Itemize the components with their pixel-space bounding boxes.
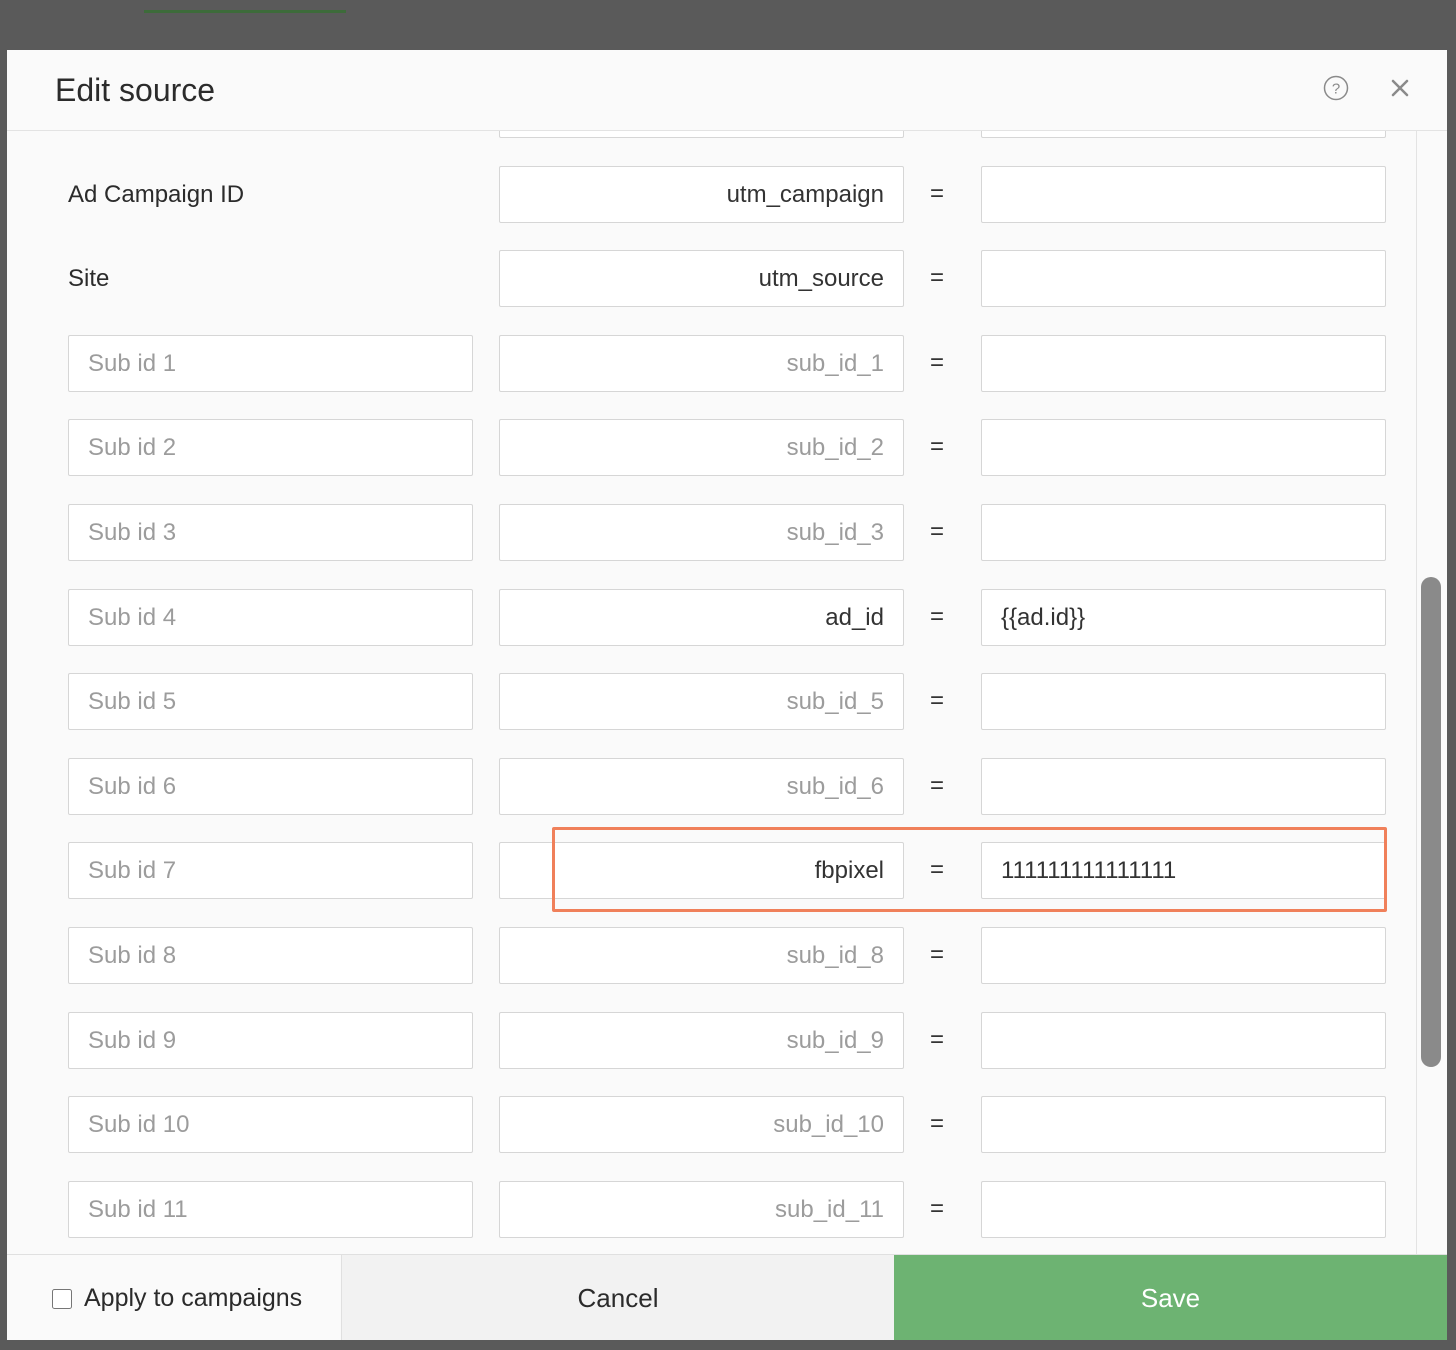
apply-checkbox[interactable] [52,1289,72,1309]
sub-id-param-input[interactable] [499,589,904,646]
equals-sign: = [929,518,944,545]
sub-id-value-input[interactable] [981,927,1386,984]
sub-id-row: = [7,927,1407,987]
equals-sign: = [929,1026,944,1053]
equals-sign: = [929,264,944,291]
save-button[interactable]: Save [894,1255,1447,1340]
equals-sign: = [929,603,944,630]
param-value-input[interactable] [981,250,1386,307]
sub-id-param-input[interactable] [499,758,904,815]
sub-id-name-input[interactable] [68,758,473,815]
sub-id-name-input[interactable] [68,589,473,646]
param-name-input[interactable] [499,166,904,223]
close-icon[interactable] [1388,76,1412,100]
sub-id-param-input[interactable] [499,419,904,476]
param-name-input[interactable] [499,131,904,138]
sub-id-value-input[interactable] [981,335,1386,392]
equals-sign: = [929,941,944,968]
sub-id-param-input[interactable] [499,842,904,899]
sub-id-param-input[interactable] [499,673,904,730]
param-value-input[interactable] [981,131,1386,138]
cancel-button[interactable]: Cancel [341,1255,894,1340]
sub-id-value-input[interactable] [981,419,1386,476]
modal-header: Edit source ? [7,50,1447,131]
param-row: Site = [7,250,1407,310]
equals-sign: = [929,1195,944,1222]
equals-sign: = [929,349,944,376]
sub-id-name-input[interactable] [68,1012,473,1069]
sub-id-row: = [7,1181,1407,1241]
apply-to-campaigns[interactable]: Apply to campaigns [7,1255,341,1340]
sub-id-row: = [7,1096,1407,1156]
sub-id-row: = [7,589,1407,649]
sub-id-value-input[interactable] [981,1096,1386,1153]
sub-id-param-input[interactable] [499,335,904,392]
sub-id-value-input[interactable] [981,504,1386,561]
sub-id-name-input[interactable] [68,419,473,476]
sub-id-param-input[interactable] [499,927,904,984]
sub-id-value-input[interactable] [981,673,1386,730]
scrollbar-thumb[interactable] [1421,577,1441,1067]
sub-id-value-input[interactable] [981,1181,1386,1238]
equals-sign: = [929,433,944,460]
sub-id-param-input[interactable] [499,1096,904,1153]
sub-id-name-input[interactable] [68,1181,473,1238]
edit-source-modal: Edit source ? Creative ID= Ad Campaign ID… [7,50,1447,1340]
equals-sign: = [929,856,944,883]
sub-id-name-input[interactable] [68,335,473,392]
param-row: Creative ID= [7,131,1407,141]
sub-id-row: = [7,827,1407,912]
param-row-label: Ad Campaign ID [68,181,245,208]
background-tab-indicator [144,10,346,13]
sub-id-value-input[interactable] [981,758,1386,815]
equals-sign: = [929,772,944,799]
equals-sign: = [929,687,944,714]
sub-id-value-input[interactable] [981,589,1386,646]
sub-id-name-input[interactable] [68,927,473,984]
modal-body: Creative ID= Ad Campaign ID = Site = = = = = = = = =… [7,131,1447,1254]
param-row: Ad Campaign ID = [7,166,1407,226]
equals-sign: = [929,1110,944,1137]
param-name-input[interactable] [499,250,904,307]
modal-footer: Apply to campaigns Cancel Save [7,1254,1447,1340]
sub-id-param-input[interactable] [499,1181,904,1238]
sub-id-name-input[interactable] [68,842,473,899]
sub-id-name-input[interactable] [68,673,473,730]
sub-id-param-input[interactable] [499,504,904,561]
sub-id-row: = [7,504,1407,564]
sub-id-row: = [7,419,1407,479]
modal-title: Edit source [55,72,216,108]
sub-id-name-input[interactable] [68,504,473,561]
sub-id-row: = [7,1012,1407,1072]
sub-id-row: = [7,335,1407,395]
sub-id-value-input[interactable] [981,842,1386,899]
sub-id-value-input[interactable] [981,1012,1386,1069]
sub-id-row: = [7,673,1407,733]
sub-id-row: = [7,758,1407,818]
param-value-input[interactable] [981,166,1386,223]
param-row-label: Site [68,265,110,292]
svg-text:?: ? [1332,81,1340,98]
question-circle-icon[interactable]: ? [1323,75,1349,101]
equals-sign: = [929,180,944,207]
apply-label[interactable]: Apply to campaigns [84,1284,302,1313]
sub-id-name-input[interactable] [68,1096,473,1153]
sub-id-param-input[interactable] [499,1012,904,1069]
